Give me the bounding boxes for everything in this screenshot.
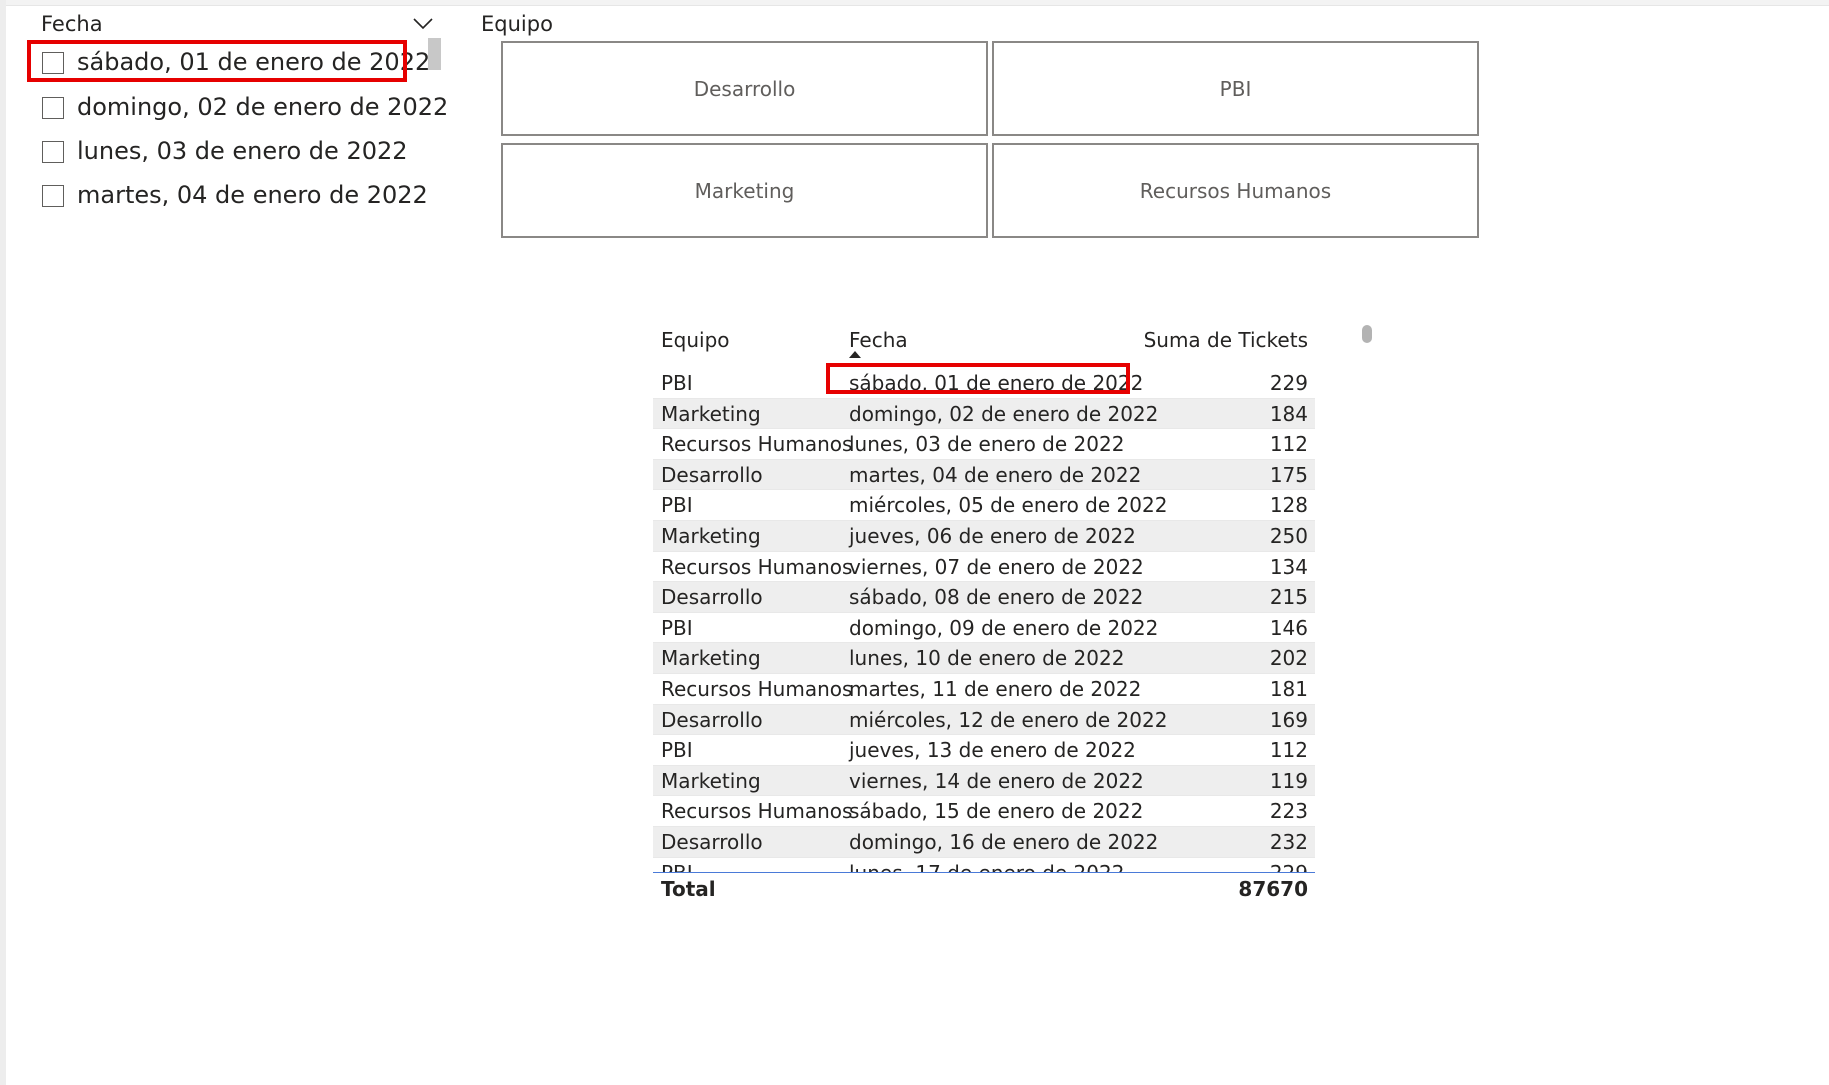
cell-equipo: Recursos Humanos (661, 676, 853, 701)
cell-fecha: martes, 04 de enero de 2022 (849, 462, 1142, 487)
cell-fecha: jueves, 06 de enero de 2022 (849, 523, 1136, 548)
table-row[interactable]: Recursos Humanos martes, 11 de enero de 2… (653, 674, 1315, 705)
cell-suma-de-tickets: 112 (1269, 432, 1308, 457)
total-value: 87670 (1238, 877, 1308, 901)
cell-fecha: sábado, 15 de enero de 2022 (849, 799, 1144, 824)
cell-suma-de-tickets: 175 (1269, 462, 1308, 487)
cell-suma-de-tickets: 146 (1269, 615, 1308, 640)
cell-equipo: Desarrollo (661, 707, 763, 732)
cell-fecha: domingo, 16 de enero de 2022 (849, 829, 1159, 854)
cell-suma-de-tickets: 229 (1270, 861, 1308, 873)
cell-equipo: Recursos Humanos (661, 432, 853, 457)
cell-suma-de-tickets: 202 (1269, 646, 1308, 671)
cell-suma-de-tickets: 119 (1269, 768, 1308, 793)
cell-equipo: Desarrollo (661, 462, 763, 487)
fecha-slicer-item[interactable]: domingo, 02 de enero de 2022 (40, 91, 448, 127)
cell-fecha: lunes, 17 de enero de 2022 (849, 861, 1124, 873)
fecha-slicer-item-label: lunes, 03 de enero de 2022 (77, 137, 408, 165)
total-divider (653, 872, 1315, 873)
top-toolbar-strip (6, 0, 1829, 6)
cell-suma-de-tickets: 128 (1269, 493, 1308, 518)
table-scrollbar[interactable] (1362, 325, 1372, 343)
equipo-slicer-title: Equipo (481, 12, 553, 36)
cell-equipo: Desarrollo (661, 829, 763, 854)
cell-equipo: Recursos Humanos (661, 799, 853, 824)
table-row[interactable]: Recursos Humanos lunes, 03 de enero de 20… (653, 429, 1315, 460)
table-row[interactable]: Marketing lunes, 10 de enero de 2022 202 (653, 643, 1315, 674)
cell-fecha: domingo, 02 de enero de 2022 (849, 401, 1159, 426)
total-label: Total (661, 877, 716, 901)
cell-fecha: viernes, 07 de enero de 2022 (849, 554, 1144, 579)
table-row[interactable]: Marketing jueves, 06 de enero de 2022 250 (653, 520, 1315, 552)
fecha-slicer-item-label: domingo, 02 de enero de 2022 (77, 93, 449, 121)
table-row[interactable]: Desarrollo martes, 04 de enero de 2022 175 (653, 459, 1315, 491)
equipo-tile-pbi[interactable]: PBI (992, 41, 1479, 136)
table-row[interactable]: Recursos Humanos viernes, 07 de enero de … (653, 552, 1315, 583)
column-header-equipo[interactable]: Equipo (661, 328, 730, 352)
cell-suma-de-tickets: 134 (1269, 554, 1308, 579)
cell-equipo: Desarrollo (661, 585, 763, 610)
column-header-fecha[interactable]: Fecha (849, 328, 908, 352)
fecha-slicer-item-label: martes, 04 de enero de 2022 (77, 181, 428, 209)
table-row[interactable]: Marketing viernes, 14 de enero de 2022 119 (653, 765, 1315, 797)
cell-fecha: lunes, 03 de enero de 2022 (849, 432, 1125, 457)
cell-equipo: PBI (661, 615, 693, 640)
cell-suma-de-tickets: 112 (1269, 738, 1308, 763)
table-row[interactable]: Recursos Humanos sábado, 15 de enero de 2… (653, 796, 1315, 827)
cell-suma-de-tickets: 184 (1269, 401, 1308, 426)
column-header-suma-de-tickets[interactable]: Suma de Tickets (1144, 328, 1308, 352)
tickets-table: Equipo Fecha Suma de Tickets PBI sábado, … (653, 320, 1315, 906)
cell-fecha: jueves, 13 de enero de 2022 (849, 738, 1136, 763)
table-row[interactable]: Desarrollo miércoles, 12 de enero de 2022… (653, 704, 1315, 736)
equipo-tile-recursos-humanos[interactable]: Recursos Humanos (992, 143, 1479, 238)
cell-equipo: PBI (661, 738, 693, 763)
chevron-down-icon[interactable] (411, 16, 435, 32)
cell-fecha: lunes, 10 de enero de 2022 (849, 646, 1125, 671)
table-body: PBI sábado, 01 de enero de 2022 229 Marketi… (653, 368, 1315, 872)
cell-equipo: Recursos Humanos (661, 554, 853, 579)
cell-suma-de-tickets: 229 (1269, 371, 1308, 395)
table-row[interactable]: PBI miércoles, 05 de enero de 2022 128 (653, 490, 1315, 521)
cell-equipo: Marketing (661, 646, 761, 671)
cell-fecha: martes, 11 de enero de 2022 (849, 676, 1142, 701)
cell-equipo: PBI (661, 371, 693, 395)
checkbox[interactable] (42, 185, 64, 207)
cell-equipo: Marketing (661, 768, 761, 793)
table-row[interactable]: Desarrollo sábado, 08 de enero de 2022 215 (653, 582, 1315, 613)
cell-suma-de-tickets: 223 (1269, 799, 1308, 824)
fecha-slicer-title: Fecha (41, 12, 103, 36)
cell-suma-de-tickets: 215 (1269, 585, 1308, 610)
cell-fecha: viernes, 14 de enero de 2022 (849, 768, 1144, 793)
cell-fecha: miércoles, 12 de enero de 2022 (849, 707, 1168, 732)
table-row[interactable]: Marketing domingo, 02 de enero de 2022 184 (653, 398, 1315, 430)
cell-suma-de-tickets: 232 (1269, 829, 1308, 854)
fecha-slicer-item[interactable]: lunes, 03 de enero de 2022 (40, 135, 420, 171)
cell-equipo: PBI (661, 493, 693, 518)
fecha-slicer-item[interactable]: martes, 04 de enero de 2022 (40, 179, 428, 215)
cell-equipo: PBI (661, 861, 693, 873)
cell-equipo: Marketing (661, 523, 761, 548)
cell-suma-de-tickets: 169 (1269, 707, 1308, 732)
cell-equipo: Marketing (661, 401, 761, 426)
sort-ascending-icon (849, 351, 861, 358)
equipo-tile-marketing[interactable]: Marketing (501, 143, 988, 238)
checkbox[interactable] (42, 97, 64, 119)
cell-fecha: domingo, 09 de enero de 2022 (849, 615, 1159, 640)
table-row[interactable]: PBI lunes, 17 de enero de 2022 229 (653, 858, 1315, 873)
table-row[interactable]: Desarrollo domingo, 16 de enero de 2022 23… (653, 826, 1315, 858)
table-row[interactable]: PBI domingo, 09 de enero de 2022 146 (653, 613, 1315, 644)
cell-fecha: sábado, 08 de enero de 2022 (849, 585, 1144, 610)
cell-fecha: miércoles, 05 de enero de 2022 (849, 493, 1168, 518)
equipo-tile-desarrollo[interactable]: Desarrollo (501, 41, 988, 136)
table-row[interactable]: PBI jueves, 13 de enero de 2022 112 (653, 735, 1315, 766)
row-date-highlight (826, 363, 1130, 394)
cell-suma-de-tickets: 181 (1269, 676, 1308, 701)
checkbox[interactable] (42, 141, 64, 163)
slicer-item-highlight (27, 40, 407, 82)
cell-suma-de-tickets: 250 (1269, 523, 1308, 548)
page-left-gutter (0, 0, 6, 1085)
total-row: Total 87670 (653, 877, 1315, 907)
